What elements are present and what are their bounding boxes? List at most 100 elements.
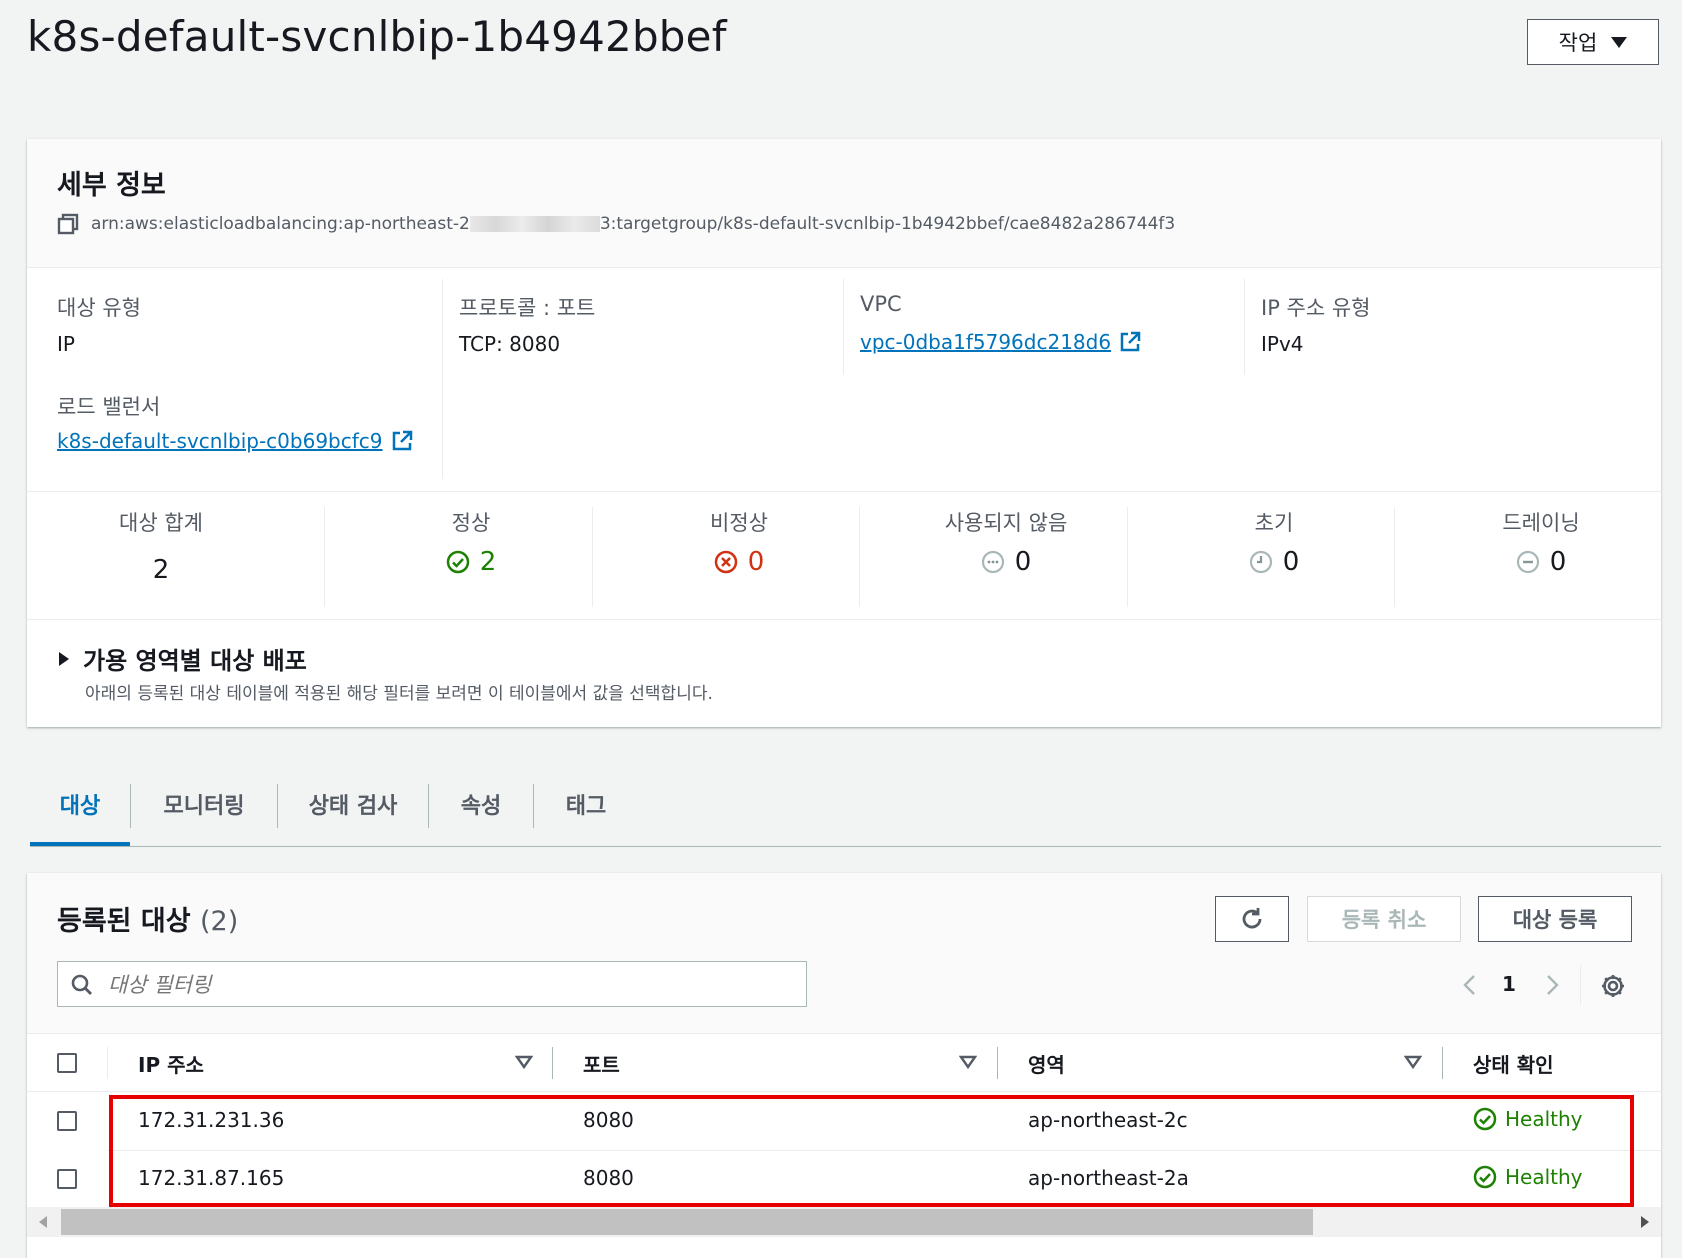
registered-targets-heading: 등록된 대상 (2)	[57, 899, 238, 938]
column-header-port[interactable]: 포트	[583, 1049, 620, 1078]
highlight-box	[109, 1095, 1634, 1207]
column-divider	[843, 279, 844, 375]
stat-draining: 드레이닝 0	[1407, 507, 1675, 577]
stat-unhealthy-label: 비정상	[710, 511, 768, 535]
stat-unhealthy-value: 0	[747, 547, 765, 577]
search-icon	[71, 974, 92, 995]
tab-tags[interactable]: 태그	[534, 762, 638, 846]
register-targets-button[interactable]: 대상 등록	[1478, 896, 1632, 942]
actions-button[interactable]: 작업	[1527, 19, 1659, 65]
arn-text: arn:aws:elasticloadbalancing:ap-northeas…	[91, 214, 1175, 234]
select-all-checkbox[interactable]	[57, 1053, 77, 1073]
protocol-label: 프로토콜 : 포트	[459, 296, 596, 320]
stat-total-value: 2	[152, 555, 170, 585]
column-divider	[442, 279, 443, 479]
column-resizer[interactable]	[1442, 1047, 1443, 1079]
stat-unused-value-wrap: 0	[872, 547, 1140, 577]
arn-suffix: 3:targetgroup/k8s-default-svcnlbip-1b494…	[599, 214, 1176, 234]
tab-health-checks[interactable]: 상태 검사	[278, 762, 428, 846]
arn-row: arn:aws:elasticloadbalancing:ap-northeas…	[57, 213, 1175, 235]
current-page[interactable]: 1	[1502, 972, 1516, 996]
protocol-value: TCP: 8080	[459, 332, 561, 356]
tab-attributes[interactable]: 속성	[429, 762, 533, 846]
stat-divider	[859, 507, 860, 607]
deregister-button[interactable]: 등록 취소	[1307, 896, 1461, 942]
sort-caret-icon[interactable]	[1404, 1055, 1422, 1069]
active-tab-indicator	[30, 842, 130, 846]
column-divider	[1244, 279, 1245, 375]
stat-divider	[324, 507, 325, 607]
column-resizer[interactable]	[552, 1047, 553, 1079]
check-circle-icon	[446, 550, 469, 574]
target-type-label: 대상 유형	[57, 296, 141, 320]
column-header-health[interactable]: 상태 확인	[1473, 1049, 1554, 1078]
stat-initial-label: 초기	[1254, 511, 1294, 535]
az-distribution-title: 가용 영역별 대상 배포	[83, 647, 307, 675]
column-resizer[interactable]	[997, 1047, 998, 1079]
sort-caret-icon[interactable]	[959, 1055, 977, 1069]
stat-draining-label: 드레이닝	[1502, 511, 1580, 535]
external-link-icon	[392, 430, 412, 451]
stat-initial-value: 0	[1282, 547, 1300, 577]
target-stats: 대상 합계 2 정상 2 비정상 0 사용되지 않음 0 초기 0 드레이닝 0	[27, 507, 1661, 607]
tab-bar: 대상 모니터링 상태 검사 속성 태그	[30, 762, 1661, 847]
vpc-label: VPC	[860, 292, 902, 316]
scrollbar-thumb[interactable]	[61, 1209, 1313, 1235]
table-top-border	[27, 1033, 1661, 1034]
registered-targets-count: (2)	[200, 906, 239, 937]
actions-button-label: 작업	[1558, 31, 1598, 55]
load-balancer-link[interactable]: k8s-default-svcnlbip-c0b69bcfc9	[57, 429, 413, 453]
previous-page-icon[interactable]	[1460, 973, 1480, 997]
load-balancer-link-text[interactable]: k8s-default-svcnlbip-c0b69bcfc9	[57, 429, 383, 453]
vpc-link[interactable]: vpc-0dba1f5796dc218d6	[860, 330, 1141, 354]
stat-unhealthy: 비정상 0	[605, 507, 873, 577]
vpc-link-text[interactable]: vpc-0dba1f5796dc218d6	[860, 330, 1111, 354]
stat-healthy-label: 정상	[451, 511, 491, 535]
caret-down-icon	[1611, 36, 1628, 48]
copy-icon[interactable]	[57, 213, 79, 235]
redacted-account-id	[469, 216, 600, 232]
refresh-button[interactable]	[1215, 896, 1289, 942]
external-link-icon	[1120, 331, 1141, 352]
stat-unused-value: 0	[1014, 547, 1032, 577]
row-checkbox[interactable]	[57, 1169, 77, 1189]
stat-initial-value-wrap: 0	[1140, 547, 1408, 577]
stat-unused-label: 사용되지 않음	[944, 511, 1068, 535]
settings-gear-icon[interactable]	[1600, 973, 1626, 999]
section-divider	[27, 491, 1661, 492]
scroll-right-arrow-icon[interactable]	[1639, 1215, 1651, 1229]
ip-type-label: IP 주소 유형	[1261, 296, 1371, 320]
az-distribution-description: 아래의 등록된 대상 테이블에 적용된 해당 필터를 보려면 이 테이블에서 값…	[85, 684, 713, 704]
clock-circle-icon	[1249, 550, 1272, 574]
target-filter-input[interactable]	[106, 962, 790, 1008]
tab-monitoring[interactable]: 모니터링	[131, 762, 277, 846]
stat-total: 대상 합계 2	[27, 507, 295, 585]
details-header	[27, 139, 1661, 268]
stat-healthy-value: 2	[479, 547, 497, 577]
stat-healthy: 정상 2	[337, 507, 605, 577]
stat-divider	[592, 507, 593, 607]
stat-draining-value: 0	[1549, 547, 1567, 577]
row-checkbox[interactable]	[57, 1111, 77, 1131]
column-header-zone[interactable]: 영역	[1028, 1049, 1065, 1078]
header-divider	[107, 1047, 108, 1079]
column-header-ip[interactable]: IP 주소	[138, 1049, 204, 1078]
target-type-value: IP	[57, 332, 75, 356]
stat-initial: 초기 0	[1140, 507, 1408, 577]
scroll-left-arrow-icon[interactable]	[37, 1215, 49, 1229]
stat-unhealthy-value-wrap: 0	[605, 547, 873, 577]
load-balancer-label: 로드 밸런서	[57, 395, 161, 419]
az-distribution-toggle[interactable]: 가용 영역별 대상 배포	[57, 641, 307, 676]
pagination-divider	[1580, 965, 1581, 1005]
tab-targets[interactable]: 대상	[30, 762, 130, 846]
registered-targets-title: 등록된 대상	[57, 906, 191, 937]
next-page-icon[interactable]	[1542, 973, 1562, 997]
section-divider	[27, 619, 1661, 620]
stat-draining-value-wrap: 0	[1407, 547, 1675, 577]
caret-right-icon	[59, 651, 69, 666]
ip-type-value: IPv4	[1261, 332, 1304, 356]
details-panel: 세부 정보 arn:aws:elasticloadbalancing:ap-no…	[27, 139, 1661, 727]
arn-prefix: arn:aws:elasticloadbalancing:ap-northeas…	[91, 214, 470, 234]
sort-caret-icon[interactable]	[515, 1055, 533, 1069]
stat-divider	[1394, 507, 1395, 607]
